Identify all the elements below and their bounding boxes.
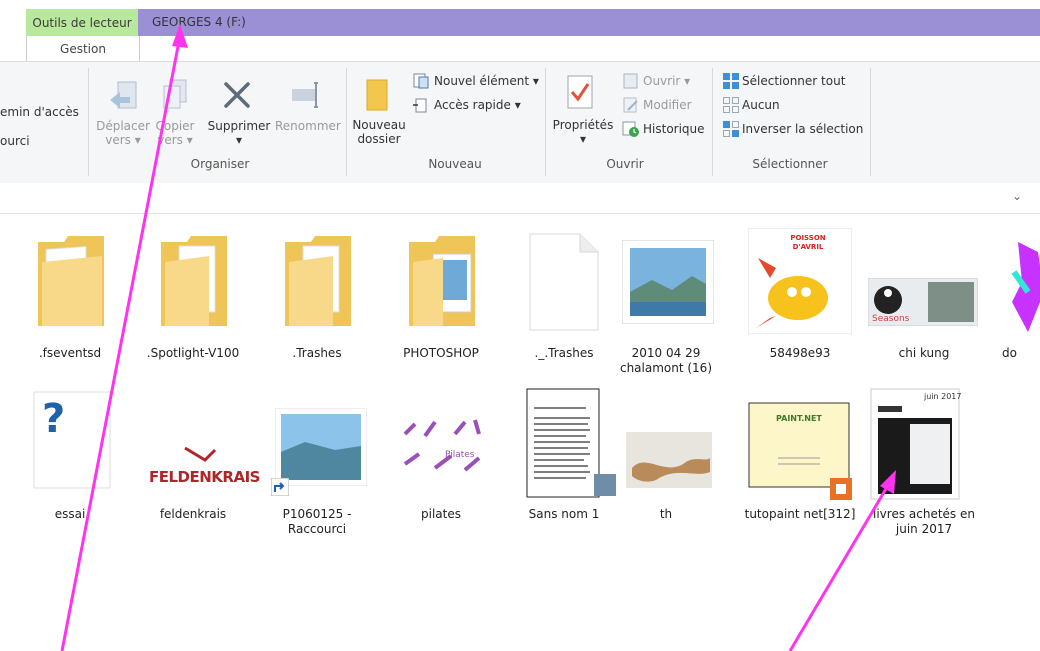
annotation-arrows [60, 24, 896, 651]
annotation-arrow-right [788, 470, 896, 651]
annotation-arrow-left [60, 24, 188, 651]
